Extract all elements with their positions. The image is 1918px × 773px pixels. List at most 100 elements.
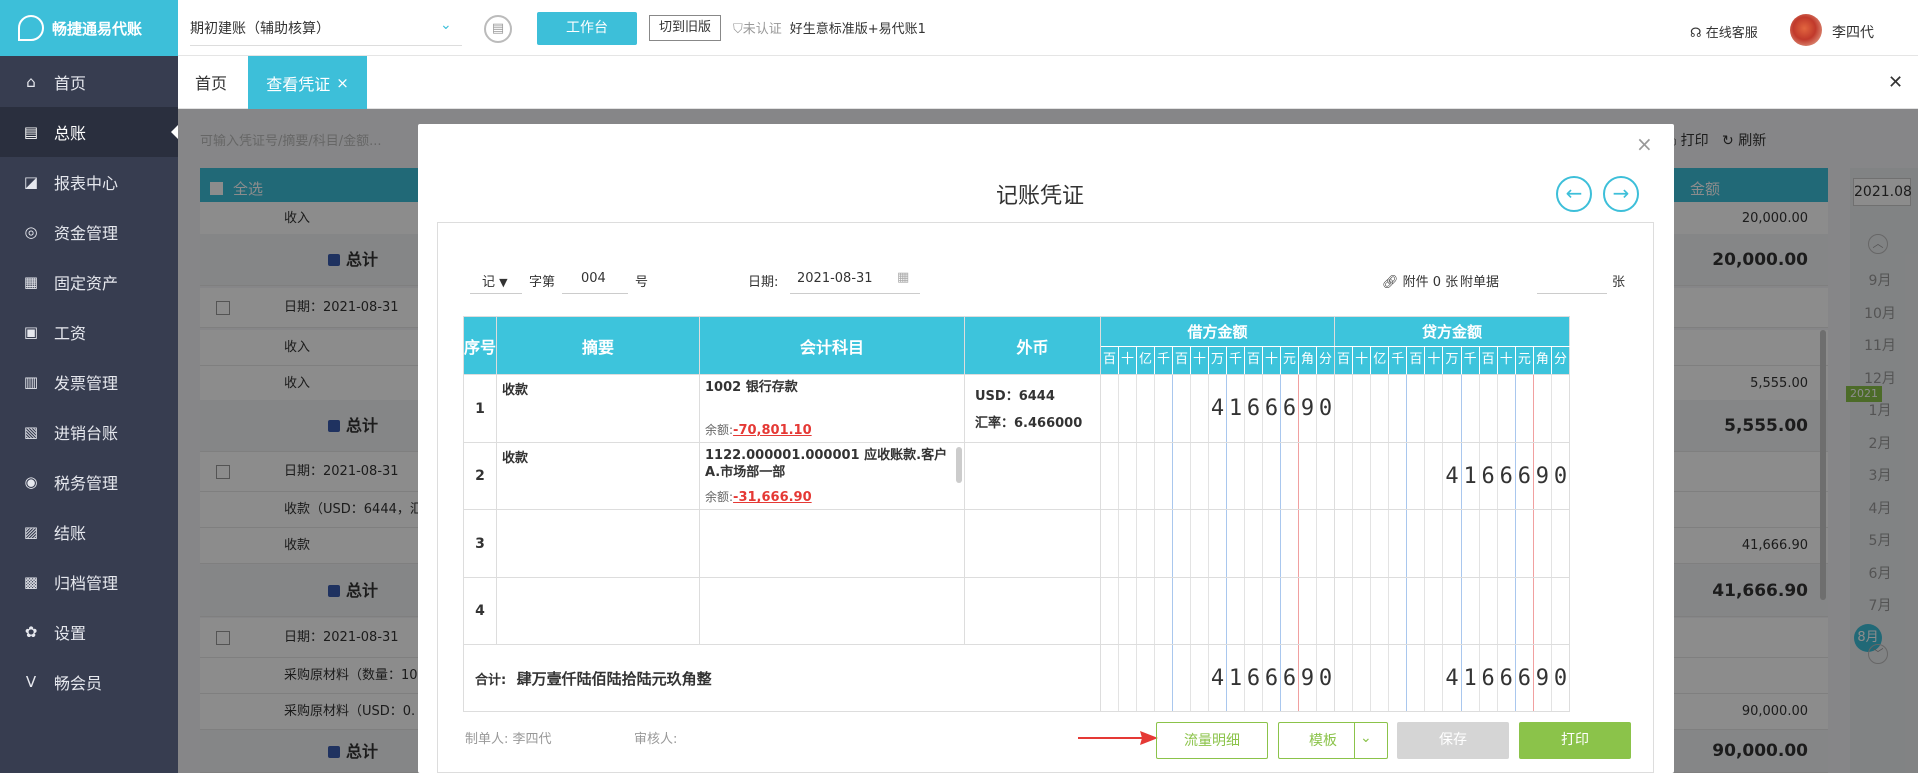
entry-credit-amount xyxy=(1335,375,1569,442)
calendar-icon[interactable]: ▦ xyxy=(897,270,909,285)
switch-old-version-button[interactable]: 切到旧版 xyxy=(649,15,721,41)
entry-debit-cell[interactable]: 4166690 xyxy=(1100,374,1335,443)
next-voucher-button[interactable]: → xyxy=(1603,176,1639,212)
digit-place: 分 xyxy=(1553,352,1567,368)
avatar[interactable] xyxy=(1790,14,1822,46)
voucher-word: 记 xyxy=(482,275,496,290)
dialog-title: 记账凭证 xyxy=(995,184,1084,209)
sidebar-item-9[interactable]: ▨ 结账 xyxy=(0,507,178,557)
sidebar-item-0[interactable]: ⌂ 首页 xyxy=(0,57,178,107)
close-icon[interactable]: × xyxy=(336,74,349,92)
sidebar-item-1[interactable]: ▤ 总账 xyxy=(0,107,178,157)
entry-fx-cell[interactable] xyxy=(964,576,1101,646)
entry-debit-cell[interactable] xyxy=(1100,576,1335,646)
workbench-button[interactable]: 工作台 xyxy=(537,12,637,45)
balance-label: 余额: xyxy=(705,490,734,505)
entry-summary-cell[interactable]: 收款 xyxy=(496,441,700,511)
sidebar-item-6[interactable]: ▥ 发票管理 xyxy=(0,357,178,407)
amount-digit xyxy=(1281,442,1299,510)
online-support-label: 在线客服 xyxy=(1705,26,1758,41)
date-input[interactable]: 2021-08-31 xyxy=(797,271,873,286)
tab-home[interactable]: 首页 xyxy=(195,70,227,94)
app-logo[interactable]: 畅捷通易代账 xyxy=(0,0,178,56)
entry-summary-cell[interactable] xyxy=(496,509,700,578)
entry-account-cell[interactable] xyxy=(699,576,965,646)
sidebar-item-12[interactable]: V 畅会员 xyxy=(0,657,178,707)
amount-digit xyxy=(1462,375,1480,442)
account-select[interactable]: 期初建账（辅助核算） xyxy=(190,14,462,46)
chevron-down-icon[interactable]: ⌄ xyxy=(1360,730,1372,746)
entry-account-cell[interactable] xyxy=(699,509,965,578)
book-icon[interactable]: ▤ xyxy=(484,15,512,43)
entry-credit-cell[interactable] xyxy=(1334,509,1570,578)
digit-place: 元 xyxy=(1516,347,1534,375)
word-label: 字第 xyxy=(529,275,556,290)
edition-label: 好生意标准版+易代账1 xyxy=(789,22,926,37)
entry-summary: 收款 xyxy=(502,383,529,399)
amount-digit: 1 xyxy=(1227,375,1245,442)
amount-digit xyxy=(1191,442,1209,510)
amount-digit xyxy=(1443,510,1462,577)
amount-digit xyxy=(1407,577,1426,645)
amount-digit xyxy=(1353,577,1372,645)
entry-fx-cell[interactable] xyxy=(964,441,1101,511)
amount-digit xyxy=(1101,645,1119,711)
entry-summary-cell[interactable]: 收款 xyxy=(496,374,700,443)
flow-detail-button[interactable]: 流量明细 xyxy=(1156,722,1268,759)
amount-digit xyxy=(1227,510,1245,577)
amount-digit: 0 xyxy=(1318,665,1333,691)
attachment-link[interactable]: 🔗︎ 附件 0 张 xyxy=(1382,271,1458,290)
prev-voucher-button[interactable]: ← xyxy=(1556,176,1592,212)
scrollbar[interactable] xyxy=(956,446,962,483)
sidebar-item-2[interactable]: ◪ 报表中心 xyxy=(0,157,178,207)
amount-digit xyxy=(1425,510,1444,577)
entry-credit-cell[interactable] xyxy=(1334,576,1570,646)
sidebar-item-3[interactable]: ◎ 资金管理 xyxy=(0,207,178,257)
amount-digit xyxy=(1227,577,1245,645)
sidebar-item-4[interactable]: ▦ 固定资产 xyxy=(0,257,178,307)
entry-account-cell[interactable]: 1122.000001.000001 应收账款.客户A.市场部一部 余额:-31,… xyxy=(699,441,965,511)
attach-doc-input[interactable] xyxy=(1537,293,1607,294)
amount-digit xyxy=(1191,510,1209,577)
sidebar-item-8[interactable]: ◉ 税务管理 xyxy=(0,457,178,507)
amount-digit xyxy=(1371,375,1390,442)
tab-bar xyxy=(178,56,1918,109)
digit-place: 万 xyxy=(1209,347,1227,375)
entry-credit-cell[interactable] xyxy=(1334,374,1570,443)
amount-digit xyxy=(1155,510,1173,577)
online-support-link[interactable]: ☊ 在线客服 xyxy=(1690,22,1758,41)
amount-digit xyxy=(1389,375,1408,442)
sidebar-item-5[interactable]: ▣ 工资 xyxy=(0,307,178,357)
sidebar-item-10[interactable]: ▩ 归档管理 xyxy=(0,557,178,607)
amount-digit: 6 xyxy=(1281,375,1299,442)
amount-digit xyxy=(1425,645,1444,711)
entry-debit-cell[interactable] xyxy=(1100,441,1335,511)
entry-debit-amount xyxy=(1101,442,1334,510)
auditor-label: 审核人: xyxy=(634,732,678,747)
close-all-tabs-icon[interactable]: ✕ xyxy=(1888,72,1903,93)
print-button[interactable]: 打印 xyxy=(1519,722,1631,759)
voucher-word-select[interactable]: 记 ▼ xyxy=(482,271,508,290)
voucher-number-input[interactable]: 004 xyxy=(581,271,606,286)
entry-fx-cell[interactable] xyxy=(964,509,1101,578)
close-icon[interactable]: × xyxy=(1636,132,1653,156)
amount-digit xyxy=(1155,577,1173,645)
entry-account-cell[interactable]: 1002 银行存款 余额:-70,801.10 xyxy=(699,374,965,443)
amount-digit xyxy=(1516,510,1534,577)
gear-icon: ✿ xyxy=(24,623,38,641)
entry-credit-cell[interactable]: 4166690 xyxy=(1334,441,1570,511)
logo-icon xyxy=(18,15,44,41)
sidebar-item-11[interactable]: ✿ 设置 xyxy=(0,607,178,657)
save-button[interactable]: 保存 xyxy=(1397,722,1509,759)
digit-place: 百 xyxy=(1173,347,1191,375)
entry-fx-cell[interactable]: USD：6444 汇率：6.466000 xyxy=(964,374,1101,443)
tab-view-voucher[interactable]: 查看凭证 × xyxy=(248,56,367,109)
entry-summary-cell[interactable] xyxy=(496,576,700,646)
user-name[interactable]: 李四代 xyxy=(1832,22,1874,42)
sidebar-item-label: 设置 xyxy=(54,624,87,643)
entry-debit-cell[interactable] xyxy=(1100,509,1335,578)
sidebar-item-7[interactable]: ▧ 进销台账 xyxy=(0,407,178,457)
digit-place: 角 xyxy=(1299,347,1317,375)
chevron-down-icon[interactable]: ⌄ xyxy=(440,17,456,33)
sidebar-item-label: 首页 xyxy=(54,74,87,93)
